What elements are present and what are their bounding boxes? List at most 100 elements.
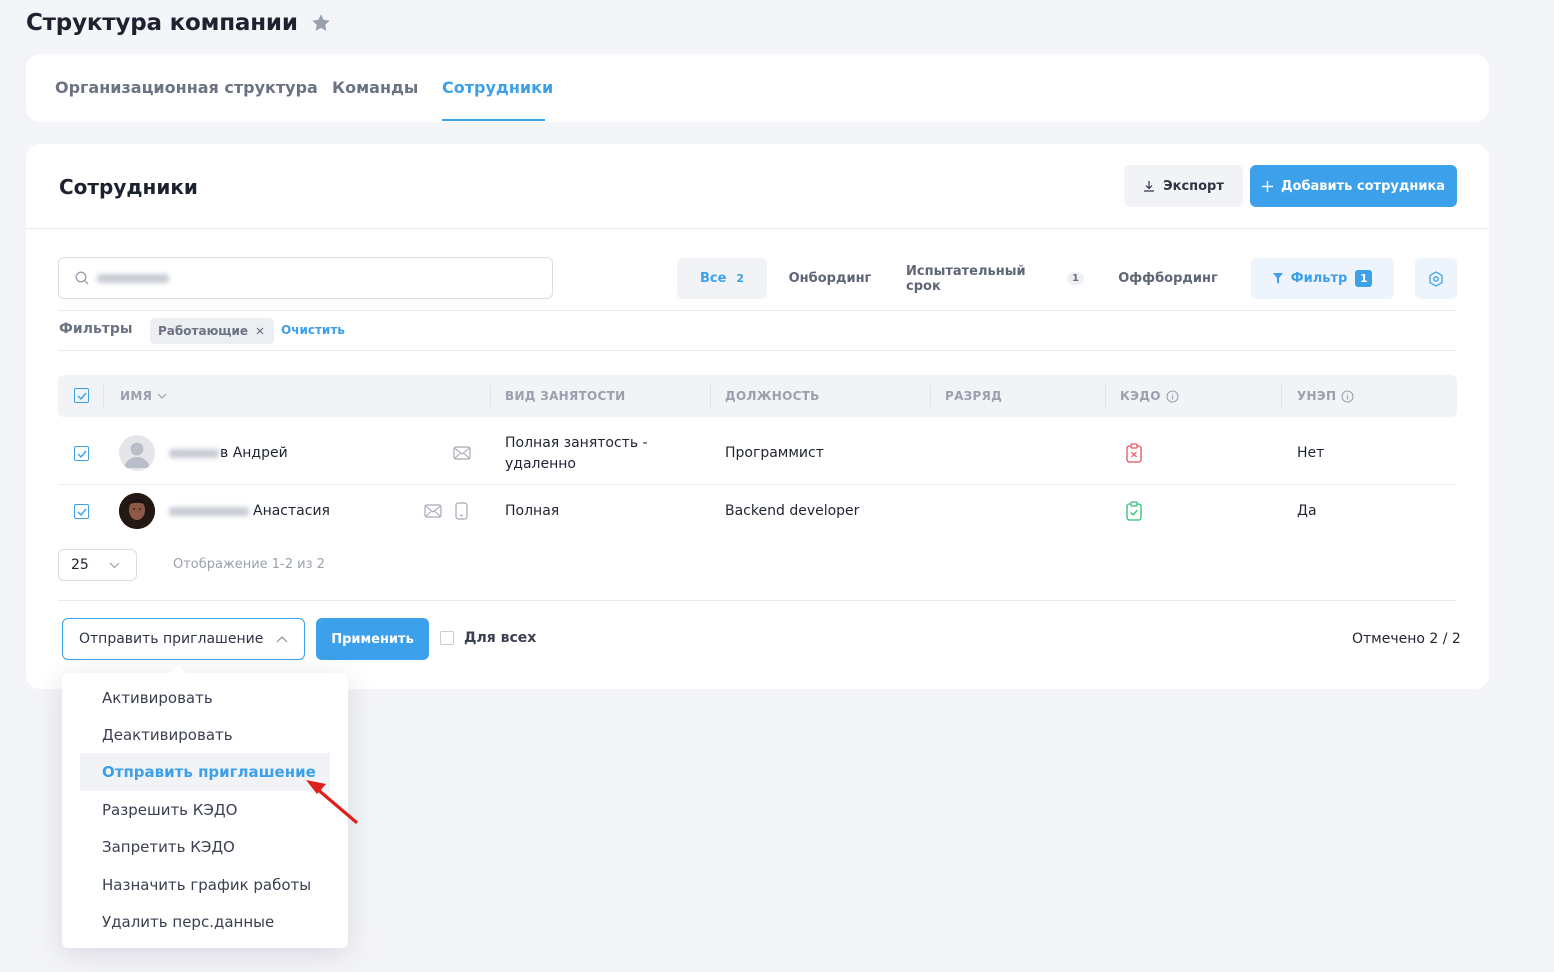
active-tab-indicator (442, 119, 545, 121)
divider (58, 600, 1457, 601)
mail-icon[interactable] (424, 504, 442, 518)
dropdown-item-send-invite[interactable]: Отправить приглашение (80, 753, 330, 791)
close-icon[interactable] (256, 327, 264, 335)
column-header-position: ДОЛЖНОСТЬ (725, 389, 820, 403)
dropdown-item-allow-kedo[interactable]: Разрешить КЭДО (80, 791, 330, 829)
table-header: ИМЯ ВИД ЗАНЯТОСТИ ДОЛЖНОСТЬ РАЗРЯД КЭДО … (58, 375, 1457, 417)
table-row[interactable]: в Андрей Полная занятость - удаленно Про… (58, 417, 1457, 485)
header-separator (1281, 385, 1282, 407)
tabs-bar: Организационная структура Команды Сотруд… (26, 54, 1489, 122)
column-header-name[interactable]: ИМЯ (120, 389, 167, 403)
header-separator (710, 385, 711, 407)
info-icon[interactable] (1341, 389, 1354, 403)
user-placeholder-icon (124, 442, 150, 468)
filter-chip-label: Работающие (158, 324, 249, 338)
header-separator (1105, 385, 1106, 407)
search-input[interactable] (58, 257, 553, 299)
dropdown-item-deny-kedo[interactable]: Запретить КЭДО (80, 828, 330, 866)
employment-type: Полная (505, 503, 560, 519)
dropdown-item-delete-personal-data[interactable]: Удалить перс.данные (80, 903, 330, 941)
row-checkbox[interactable] (74, 504, 89, 519)
filter-button[interactable]: Фильтр 1 (1251, 258, 1394, 299)
filter-chip-working: Работающие (150, 318, 275, 344)
segment-onboarding-label: Онбординг (788, 271, 872, 286)
for-all-checkbox[interactable]: Для всех (440, 630, 536, 646)
row-checkbox[interactable] (74, 446, 89, 461)
dropdown-item-deactivate[interactable]: Деактивировать (80, 716, 330, 754)
segment-probation-label: Испытательный срок (906, 263, 1026, 294)
segment-onboarding[interactable]: Онбординг (781, 258, 879, 299)
phone-icon[interactable] (455, 502, 468, 520)
column-header-grade: РАЗРЯД (945, 389, 1003, 403)
dropdown-item-assign-schedule[interactable]: Назначить график работы (80, 866, 330, 904)
user-photo (119, 493, 155, 529)
apply-button[interactable]: Применить (316, 618, 429, 660)
add-employee-button[interactable]: Добавить сотрудника (1250, 165, 1457, 207)
segment-all-count: 2 (736, 272, 745, 285)
kedo-denied-icon (1126, 443, 1142, 463)
kedo-allowed-icon (1126, 501, 1142, 521)
surname-redacted (169, 449, 219, 458)
chevron-down-icon (109, 562, 120, 568)
page-title: Структура компании (26, 10, 298, 36)
employee-name[interactable]: Анастасия (253, 501, 330, 522)
info-icon[interactable] (1166, 389, 1179, 403)
tab-employees[interactable]: Сотрудники (442, 78, 553, 97)
pagination-info: Отображение 1-2 из 2 (173, 557, 325, 572)
funnel-icon (1272, 273, 1283, 284)
dropdown-item-activate[interactable]: Активировать (80, 679, 330, 717)
header-separator (930, 385, 931, 407)
header-separator (103, 385, 104, 407)
star-icon[interactable] (310, 12, 332, 34)
employee-name[interactable]: в Андрей (220, 443, 288, 464)
segment-all[interactable]: Все 2 (677, 258, 767, 299)
chevron-up-icon (276, 635, 288, 642)
section-title: Сотрудники (59, 175, 198, 199)
bulk-action-select[interactable]: Отправить приглашение (62, 618, 305, 660)
clear-filters-link[interactable]: Очистить (281, 323, 345, 337)
download-icon (1144, 181, 1155, 192)
segment-offboarding[interactable]: Оффбординг (1116, 258, 1220, 299)
selected-count: Отмечено 2 / 2 (1352, 631, 1461, 647)
page-size-value: 25 (71, 557, 89, 573)
filter-count-badge: 1 (1355, 270, 1373, 287)
segment-probation[interactable]: Испытательный срок 1 (906, 258, 1084, 299)
surname-redacted (169, 507, 249, 516)
employment-type: Полная занятость - удаленно (505, 435, 648, 472)
divider (58, 310, 1457, 311)
check-icon (77, 508, 87, 516)
segment-probation-count: 1 (1067, 272, 1084, 285)
mail-icon[interactable] (453, 446, 471, 460)
for-all-checkbox-box[interactable] (440, 631, 454, 645)
export-button[interactable]: Экспорт (1124, 165, 1243, 207)
column-header-kedo: КЭДО (1120, 389, 1179, 403)
chevron-down-icon (157, 393, 167, 399)
column-header-kedo-label: КЭДО (1120, 389, 1161, 403)
check-icon (77, 392, 87, 400)
table-row[interactable]: Анастасия Полная Backend developer Да (58, 485, 1457, 537)
unep-status: Да (1297, 503, 1317, 519)
export-label: Экспорт (1163, 178, 1224, 194)
plus-icon (1261, 180, 1273, 192)
header-separator (490, 385, 491, 407)
for-all-label: Для всех (464, 630, 537, 646)
page-size-select[interactable]: 25 (58, 549, 137, 581)
settings-button[interactable] (1415, 258, 1457, 299)
segment-offboarding-label: Оффбординг (1118, 271, 1218, 286)
divider (58, 350, 1457, 351)
tab-org-structure[interactable]: Организационная структура (55, 78, 318, 97)
avatar (119, 493, 155, 529)
column-header-unep-label: УНЭП (1297, 389, 1337, 403)
filter-label: Фильтр (1290, 271, 1348, 286)
column-header-unep: УНЭП (1297, 389, 1354, 403)
column-header-name-label: ИМЯ (120, 389, 153, 403)
employees-card: Сотрудники Экспорт Добавить сотрудника В… (26, 144, 1489, 689)
search-query-redacted (97, 273, 169, 283)
gear-icon (1429, 270, 1443, 287)
position: Программист (725, 445, 824, 461)
tab-teams[interactable]: Команды (332, 78, 418, 97)
select-all-checkbox[interactable] (74, 388, 89, 403)
check-icon (77, 450, 87, 458)
bulk-action-value: Отправить приглашение (79, 631, 264, 647)
add-employee-label: Добавить сотрудника (1280, 178, 1446, 194)
